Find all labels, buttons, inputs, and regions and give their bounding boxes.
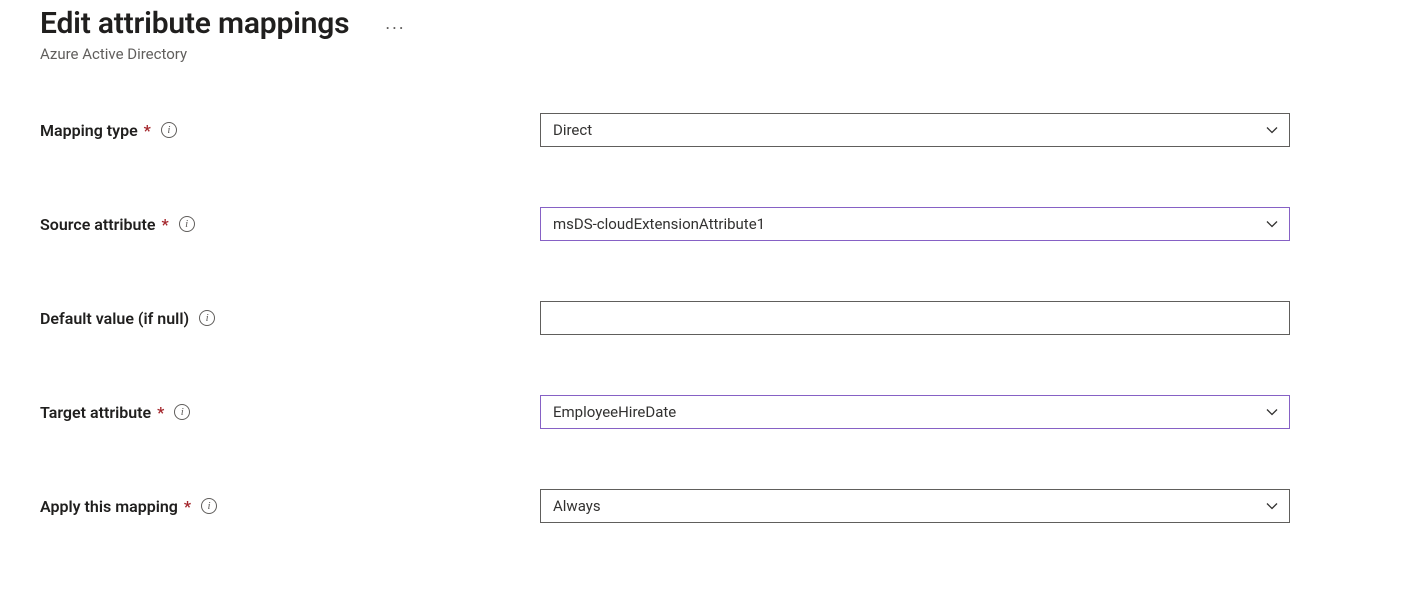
page-title: Edit attribute mappings	[40, 6, 349, 41]
field-row-default-value: Default value (if null) i	[40, 301, 1364, 335]
mapping-type-value: Direct	[553, 121, 592, 139]
target-attribute-label: Target attribute *	[40, 403, 164, 422]
source-attribute-select[interactable]: msDS-cloudExtensionAttribute1	[540, 207, 1290, 241]
info-icon[interactable]: i	[179, 216, 195, 232]
default-value-input[interactable]	[540, 301, 1290, 335]
chevron-down-icon	[1265, 217, 1279, 231]
apply-mapping-value: Always	[553, 497, 601, 515]
chevron-down-icon	[1265, 499, 1279, 513]
default-value-label: Default value (if null)	[40, 309, 189, 328]
attribute-mapping-form: Mapping type * i Direct Source attribute…	[40, 113, 1364, 523]
field-row-target-attribute: Target attribute * i EmployeeHireDate	[40, 395, 1364, 429]
field-row-apply-mapping: Apply this mapping * i Always	[40, 489, 1364, 523]
apply-mapping-label: Apply this mapping *	[40, 497, 191, 516]
page-subtitle: Azure Active Directory	[40, 45, 1364, 63]
target-attribute-select[interactable]: EmployeeHireDate	[540, 395, 1290, 429]
info-icon[interactable]: i	[201, 498, 217, 514]
chevron-down-icon	[1265, 405, 1279, 419]
info-icon[interactable]: i	[199, 310, 215, 326]
mapping-type-select[interactable]: Direct	[540, 113, 1290, 147]
page-header: Edit attribute mappings ... Azure Active…	[40, 0, 1364, 63]
field-row-source-attribute: Source attribute * i msDS-cloudExtension…	[40, 207, 1364, 241]
apply-mapping-select[interactable]: Always	[540, 489, 1290, 523]
info-icon[interactable]: i	[174, 404, 190, 420]
mapping-type-label: Mapping type *	[40, 121, 151, 140]
source-attribute-label: Source attribute *	[40, 215, 169, 234]
source-attribute-value: msDS-cloudExtensionAttribute1	[553, 215, 765, 233]
more-menu-button[interactable]: ...	[379, 11, 411, 37]
chevron-down-icon	[1265, 123, 1279, 137]
target-attribute-value: EmployeeHireDate	[553, 403, 676, 421]
info-icon[interactable]: i	[161, 122, 177, 138]
field-row-mapping-type: Mapping type * i Direct	[40, 113, 1364, 147]
